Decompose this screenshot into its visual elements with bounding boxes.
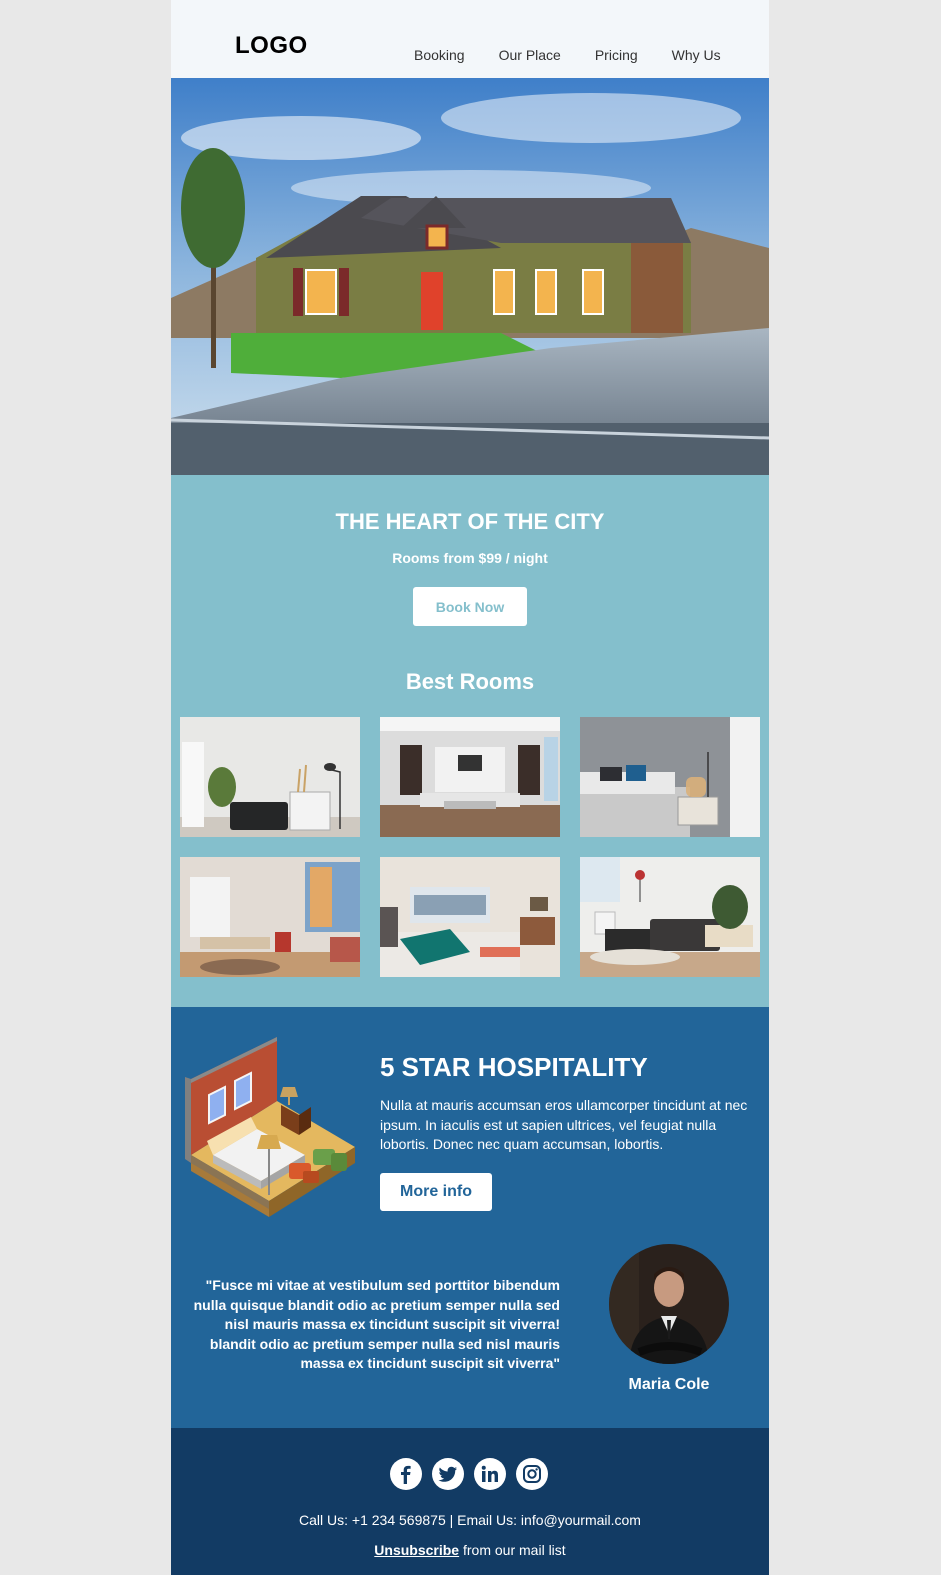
isometric-bedroom-illustration [185, 1037, 357, 1228]
testimonial-quote: "Fusce mi vitae at vestibulum sed portti… [193, 1277, 560, 1371]
nav-why-us[interactable]: Why Us [672, 47, 721, 63]
avatar [609, 1244, 729, 1364]
offer-subtitle: Rooms from $99 / night [392, 550, 548, 566]
hero-house-image [171, 78, 769, 475]
room-image-5[interactable] [380, 857, 560, 977]
more-info-button[interactable]: More info [380, 1173, 492, 1211]
room-image-3[interactable] [580, 717, 760, 837]
room-image-2[interactable] [380, 717, 560, 837]
rooms-grid [180, 717, 760, 977]
footer: Call Us: +1 234 569875 | Email Us: info@… [171, 1428, 769, 1575]
logo[interactable]: LOGO [235, 32, 308, 60]
nav-pricing[interactable]: Pricing [595, 47, 638, 63]
nav-our-place[interactable]: Our Place [499, 47, 561, 63]
linkedin-icon[interactable] [474, 1458, 506, 1490]
unsubscribe-link[interactable]: Unsubscribe [374, 1542, 459, 1558]
room-image-6[interactable] [580, 857, 760, 977]
best-rooms-title: Best Rooms [405, 669, 535, 694]
facebook-icon[interactable] [390, 1458, 422, 1490]
offer-section: THE HEART OF THE CITY Rooms from $99 / n… [171, 475, 769, 1007]
offer-title: THE HEART OF THE CITY [335, 509, 605, 534]
hospitality-text: Nulla at mauris accumsan eros ullamcorpe… [380, 1097, 748, 1152]
hospitality-section: 5 STAR HOSPITALITY Nulla at mauris accum… [171, 1007, 769, 1428]
main-nav: Booking Our Place Pricing Why Us [414, 47, 721, 63]
header: LOGO Booking Our Place Pricing Why Us [171, 0, 769, 78]
testimonial-name: Maria Cole [628, 1376, 710, 1393]
email-container: LOGO Booking Our Place Pricing Why Us TH… [171, 0, 769, 1575]
unsubscribe-suffix: from our mail list [459, 1542, 566, 1558]
social-links [390, 1458, 548, 1490]
instagram-icon[interactable] [516, 1458, 548, 1490]
hospitality-title: 5 STAR HOSPITALITY [380, 1052, 648, 1082]
room-image-1[interactable] [180, 717, 360, 837]
contact-info: Call Us: +1 234 569875 | Email Us: info@… [299, 1512, 641, 1528]
twitter-icon[interactable] [432, 1458, 464, 1490]
book-now-button[interactable]: Book Now [413, 587, 527, 626]
nav-booking[interactable]: Booking [414, 47, 465, 63]
room-image-4[interactable] [180, 857, 360, 977]
unsubscribe-line: Unsubscribe from our mail list [171, 1542, 769, 1558]
